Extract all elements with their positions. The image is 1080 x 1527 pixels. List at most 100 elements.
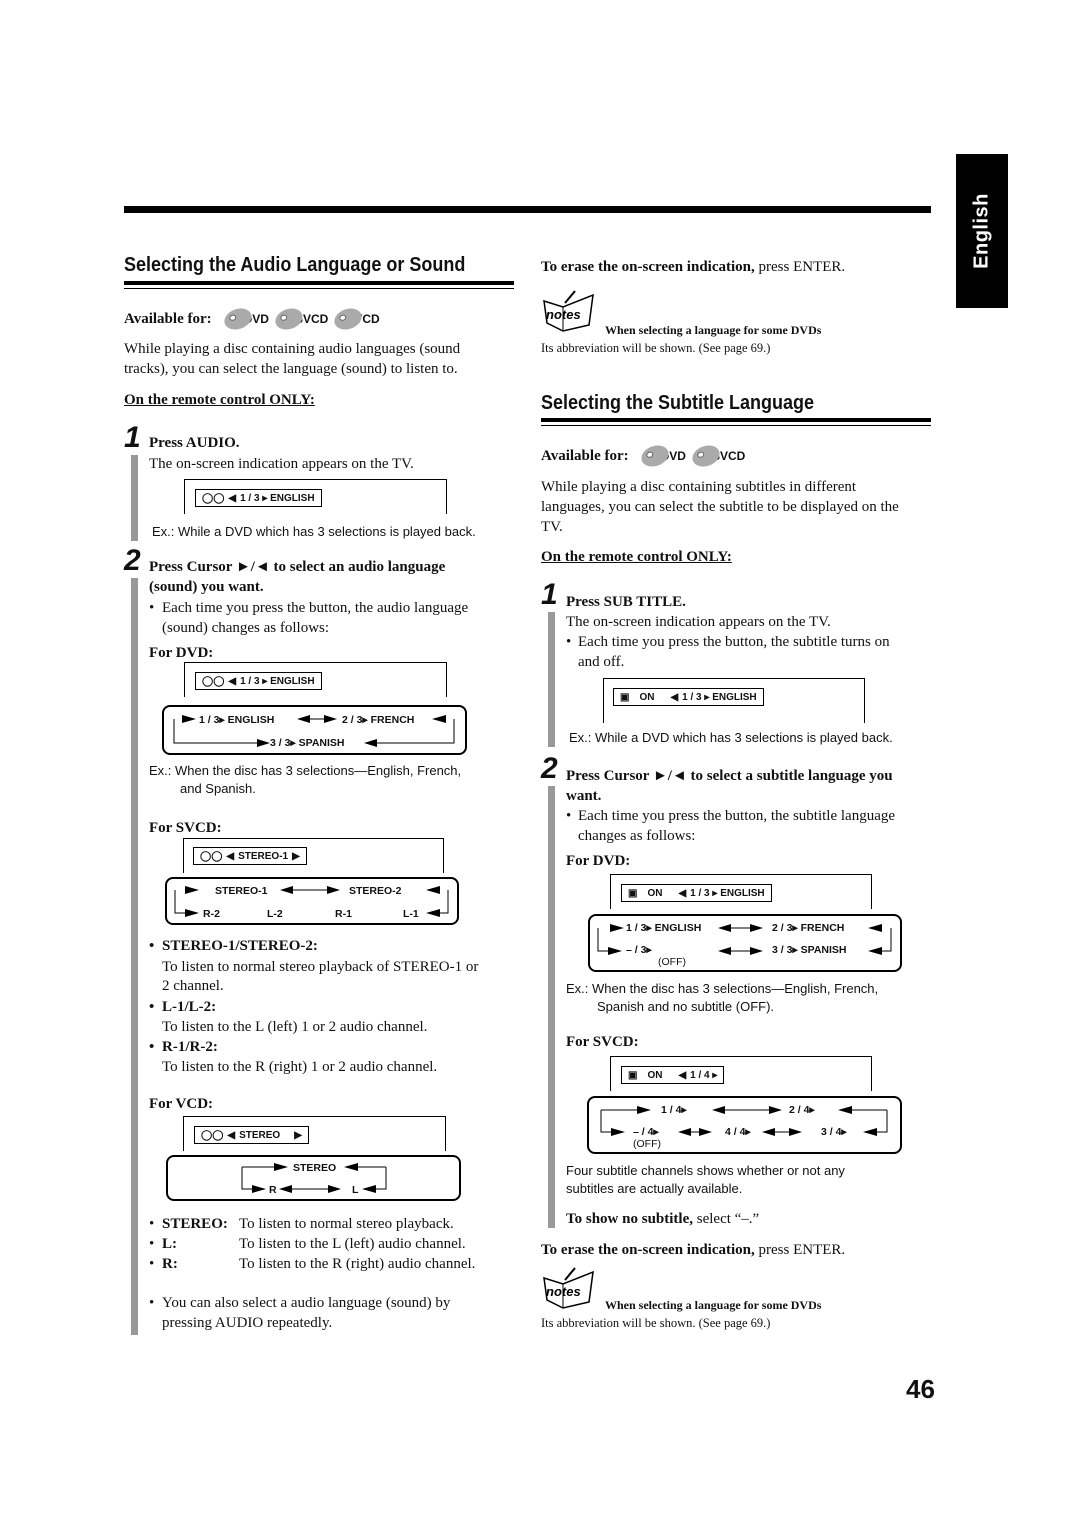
audio-icon: ◯◯ bbox=[200, 850, 223, 862]
subtitle-remote-only: On the remote control ONLY: bbox=[541, 549, 732, 565]
audio-svcd-cycle: STEREO-1 STEREO-2 R-2 L-2 R-1 L-1 bbox=[165, 877, 459, 925]
subtitle-section-title: Selecting the Subtitle Language bbox=[541, 392, 815, 414]
left-arrow-icon: ◀ bbox=[226, 850, 235, 862]
notes-title: When selecting a language for some DVDs bbox=[605, 1298, 822, 1312]
cycle-item: STEREO-2 bbox=[349, 885, 402, 897]
bullet: • bbox=[149, 1216, 155, 1232]
svcd-note-line2: subtitles are actually available. bbox=[566, 1181, 743, 1196]
subtitle-icon: ▣ bbox=[620, 691, 630, 703]
subtitle-intro-line2: languages, you can select the subtitle t… bbox=[541, 499, 899, 515]
for-svcd-label: For SVCD: bbox=[566, 1034, 639, 1050]
note-desc: To listen to normal stereo playback. bbox=[239, 1216, 454, 1232]
note-desc: To listen to the L (left) 1 or 2 audio c… bbox=[162, 1019, 428, 1035]
cycle-item: 1 / 3▸ ENGLISH bbox=[626, 922, 702, 934]
dvd-disc-icon: DVD bbox=[221, 304, 269, 334]
svcd-disc-icon: SVCD bbox=[689, 441, 745, 471]
notes-icon: notes bbox=[543, 290, 594, 332]
cycle-item: L bbox=[352, 1184, 359, 1196]
cycle-item: 3 / 3▸ SPANISH bbox=[270, 737, 345, 749]
svg-text:notes: notes bbox=[546, 1284, 581, 1299]
step-title: Press SUB TITLE. bbox=[566, 594, 686, 610]
cycle-item: R bbox=[269, 1184, 277, 1196]
for-vcd-label: For VCD: bbox=[149, 1096, 214, 1112]
note-term: L: bbox=[162, 1236, 177, 1252]
section-rule bbox=[124, 288, 514, 289]
audio-icon: ◯◯ bbox=[202, 492, 225, 504]
left-arrow-icon: ◀ bbox=[670, 691, 679, 703]
notes-icon: notes bbox=[543, 1267, 594, 1309]
section-rule bbox=[124, 281, 514, 285]
step-bullet-line1: Each time you press the button, the audi… bbox=[162, 600, 469, 616]
no-subtitle-instruction: To show no subtitle, select “–.” bbox=[566, 1211, 760, 1227]
left-arrow-icon: ◀ bbox=[678, 887, 687, 899]
for-svcd-label: For SVCD: bbox=[149, 820, 222, 836]
subtitle-intro-line1: While playing a disc containing subtitle… bbox=[541, 479, 857, 495]
cycle-item: STEREO bbox=[293, 1162, 337, 1174]
example-line2: Spanish and no subtitle (OFF). bbox=[597, 999, 775, 1014]
osd-display: ◯◯ ◀ 1 / 3 ▸ ENGLISH bbox=[195, 672, 322, 690]
dvd-disc-icon: DVD bbox=[638, 441, 686, 471]
note-term: R: bbox=[162, 1256, 178, 1272]
audio-available-for: Available for: DVD SVCD VCD bbox=[124, 304, 386, 334]
cycle-item: 2 / 3▸ FRENCH bbox=[772, 922, 845, 934]
step-bar bbox=[548, 612, 555, 747]
vcd-disc-icon: VCD bbox=[331, 304, 380, 334]
top-rule bbox=[124, 206, 931, 213]
section-rule bbox=[541, 418, 931, 422]
osd-display: ◯◯ ◀ 1 / 3 ▸ ENGLISH bbox=[195, 489, 322, 507]
erase-instruction: To erase the on-screen indication, press… bbox=[541, 1242, 846, 1258]
step-desc: The on-screen indication appears on the … bbox=[566, 614, 831, 630]
subtitle-svcd-cycle: 1 / 4▸ 2 / 4▸ – / 4▸ 4 / 4▸ 3 / 4▸ (OFF) bbox=[587, 1096, 902, 1154]
note-term: L-1/L-2: bbox=[162, 999, 217, 1015]
bullet: • bbox=[566, 808, 572, 824]
audio-remote-only: On the remote control ONLY: bbox=[124, 392, 315, 408]
erase-instruction: To erase the on-screen indication, press… bbox=[541, 259, 846, 275]
step-title-line2: (sound) you want. bbox=[149, 579, 264, 595]
notes-text: Its abbreviation will be shown. (See pag… bbox=[541, 341, 771, 355]
off-label: (OFF) bbox=[658, 956, 686, 968]
bullet: • bbox=[149, 600, 155, 616]
osd-display: ◯◯ ◀ STEREO-1 ▶ bbox=[193, 847, 307, 865]
subtitle-icon: ▣ bbox=[628, 887, 638, 899]
cycle-item: R-2 bbox=[203, 908, 220, 920]
audio-icon: ◯◯ bbox=[201, 1129, 224, 1141]
language-tab-label: English bbox=[970, 193, 993, 269]
cycle-item: 2 / 4▸ bbox=[789, 1104, 815, 1116]
cycle-item: STEREO-1 bbox=[215, 885, 268, 897]
for-dvd-label: For DVD: bbox=[566, 853, 631, 869]
subtitle-icon: ▣ bbox=[628, 1069, 638, 1081]
for-dvd-label: For DVD: bbox=[149, 645, 214, 661]
step-bar bbox=[131, 455, 138, 541]
example-line1: Ex.: When the disc has 3 selections—Engl… bbox=[566, 981, 879, 996]
step-bullet-line2: (sound) changes as follows: bbox=[162, 620, 330, 636]
available-label: Available for: bbox=[124, 311, 212, 327]
step-bullet-line1: Each time you press the button, the subt… bbox=[578, 634, 890, 650]
left-arrow-icon: ◀ bbox=[228, 492, 237, 504]
cycle-item: L-1 bbox=[403, 908, 419, 920]
cycle-item: 3 / 3▸ SPANISH bbox=[772, 944, 847, 956]
cycle-item: 4 / 4▸ bbox=[725, 1126, 751, 1138]
notes-text: Its abbreviation will be shown. (See pag… bbox=[541, 1316, 771, 1330]
step-title: Press AUDIO. bbox=[149, 435, 240, 451]
step-title-line1: Press Cursor ►/◄ to select an audio lang… bbox=[149, 559, 446, 575]
cycle-item: 2 / 3▸ FRENCH bbox=[342, 714, 415, 726]
note-desc: To listen to the R (right) audio channel… bbox=[239, 1256, 476, 1272]
audio-dvd-cycle: 1 / 3▸ ENGLISH 2 / 3▸ FRENCH 3 / 3▸ SPAN… bbox=[162, 705, 467, 755]
left-arrow-icon: ◀ bbox=[228, 675, 237, 687]
example-text: Ex.: While a DVD which has 3 selections … bbox=[569, 730, 893, 745]
cycle-item: 1 / 4▸ bbox=[661, 1104, 687, 1116]
cycle-item: 3 / 4▸ bbox=[821, 1126, 847, 1138]
example-text: Ex.: While a DVD which has 3 selections … bbox=[152, 524, 476, 539]
off-label: (OFF) bbox=[633, 1138, 661, 1150]
example-line1: Ex.: When the disc has 3 selections—Engl… bbox=[149, 763, 462, 778]
right-arrow-icon: ▶ bbox=[292, 850, 300, 862]
right-arrow-icon: ▶ bbox=[294, 1129, 302, 1141]
bullet: • bbox=[149, 1039, 155, 1055]
subtitle-available-for: Available for: DVD SVCD bbox=[541, 441, 751, 471]
audio-vcd-cycle: STEREO R L bbox=[166, 1155, 461, 1201]
subtitle-dvd-cycle: 1 / 3▸ ENGLISH 2 / 3▸ FRENCH – / 3▸ 3 / … bbox=[588, 914, 902, 972]
bullet: • bbox=[149, 1295, 155, 1311]
cycle-item: R-1 bbox=[335, 908, 352, 920]
step-bullet-line1: Each time you press the button, the subt… bbox=[578, 808, 896, 824]
left-arrow-icon: ◀ bbox=[227, 1129, 236, 1141]
